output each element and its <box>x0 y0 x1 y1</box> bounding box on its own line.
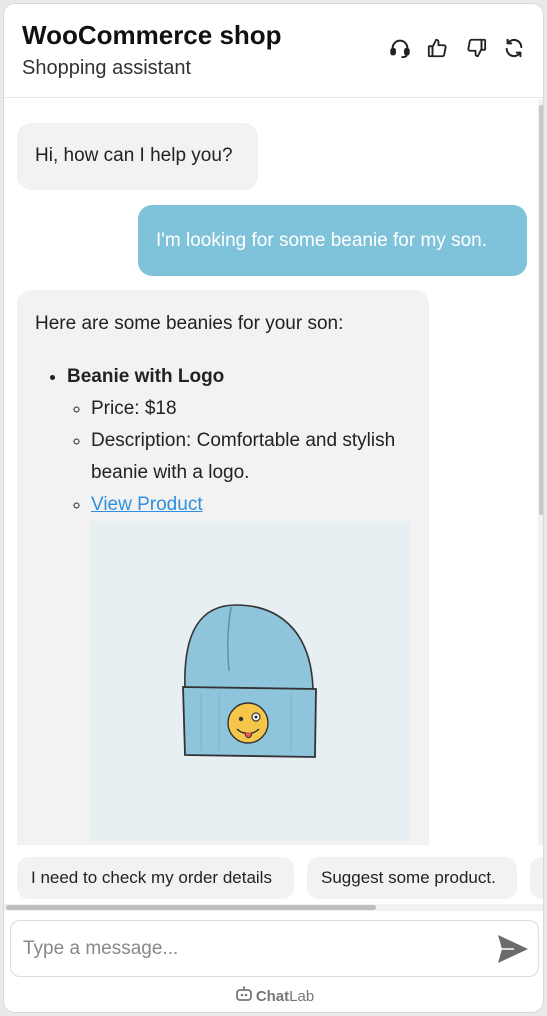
brand-name-light: Lab <box>289 987 315 1005</box>
view-product-link[interactable]: View Product <box>91 494 203 515</box>
send-icon[interactable] <box>496 933 530 965</box>
assistant-subtitle: Shopping assistant <box>22 57 192 79</box>
product-details: Price: $18 Description: Comfortable and … <box>67 393 411 841</box>
message-list[interactable]: Hi, how can I help you? I'm looking for … <box>4 99 543 845</box>
suggestions-scrollbar[interactable] <box>4 904 543 911</box>
product-link-item: View Product <box>91 489 411 841</box>
message-input[interactable] <box>11 921 481 976</box>
scrollbar-thumb[interactable] <box>6 905 376 910</box>
suggestion-chips: I need to check my order details Suggest… <box>4 849 543 911</box>
suggestion-chip-order-details[interactable]: I need to check my order details <box>17 857 294 899</box>
bot-message: Hi, how can I help you? <box>17 123 258 190</box>
product-description: Description: Comfortable and stylish bea… <box>91 425 411 489</box>
product-item: Beanie with Logo Price: $18 Description:… <box>67 361 411 841</box>
refresh-icon[interactable] <box>503 37 525 59</box>
product-image[interactable] <box>91 521 409 841</box>
messages-scrollbar[interactable] <box>538 99 543 845</box>
chat-widget: WooCommerce shop Shopping assistant Hi, … <box>3 3 544 1013</box>
bot-intro-text: Here are some beanies for your son: <box>35 313 344 334</box>
chat-header: WooCommerce shop Shopping assistant <box>4 4 543 98</box>
chatlab-logo-icon <box>235 986 253 1006</box>
powered-by: ChatLab <box>4 984 543 1008</box>
user-message-text: I'm looking for some beanie for my son. <box>156 230 487 251</box>
bot-product-message: Here are some beanies for your son: Bean… <box>17 290 429 845</box>
composer <box>10 920 539 977</box>
product-price: Price: $18 <box>91 393 411 425</box>
suggestion-chip-more[interactable] <box>530 857 543 899</box>
header-actions <box>389 37 525 59</box>
bot-message-text: Hi, how can I help you? <box>35 145 233 166</box>
brand-name-bold: Chat <box>255 987 290 1005</box>
product-list: Beanie with Logo Price: $18 Description:… <box>35 361 411 845</box>
thumbs-down-icon[interactable] <box>465 37 487 59</box>
user-message: I'm looking for some beanie for my son. <box>138 205 527 276</box>
shop-title: WooCommerce shop <box>22 20 282 50</box>
thumbs-up-icon[interactable] <box>427 37 449 59</box>
beanie-illustration <box>182 604 317 758</box>
headset-icon[interactable] <box>389 37 411 59</box>
product-item <box>67 841 411 845</box>
product-name: Beanie with Logo <box>67 366 225 387</box>
scrollbar-thumb[interactable] <box>539 105 543 515</box>
suggestion-chip-suggest-product[interactable]: Suggest some product. <box>307 857 517 899</box>
